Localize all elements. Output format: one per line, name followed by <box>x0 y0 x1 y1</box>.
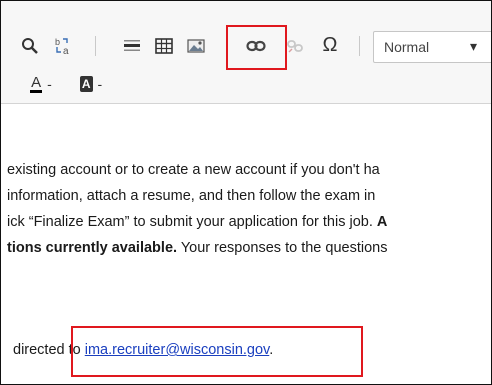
omega-glyph: Ω <box>322 33 338 56</box>
toolbar-separator <box>359 36 360 56</box>
text-color-dropdown-icon: - <box>47 76 52 92</box>
svg-text:a: a <box>63 46 69 56</box>
special-character-icon[interactable]: Ω <box>317 32 343 58</box>
text-color-label: A <box>30 74 43 93</box>
content-line-text: Your responses to the questions <box>177 240 388 256</box>
content-line-bold-tail: A <box>376 214 388 230</box>
editor-content[interactable]: existing account or to create a new acco… <box>1 104 491 384</box>
content-line: directed to ima.recruiter@wisconsin.gov. <box>13 342 273 358</box>
horizontal-line-icon[interactable] <box>122 33 142 59</box>
background-color-button[interactable]: A - <box>69 71 113 97</box>
toolbar-separator <box>95 36 96 56</box>
content-line: tions currently available. Your response… <box>7 240 387 256</box>
image-icon[interactable] <box>185 33 207 59</box>
editor-frame: b a Ω Normal ▾ A - A - existing account … <box>0 0 492 385</box>
svg-text:b: b <box>55 37 60 47</box>
format-select-value: Normal <box>384 39 430 55</box>
background-color-dropdown-icon: - <box>97 76 103 92</box>
format-select[interactable]: Normal ▾ <box>373 31 491 63</box>
link-icon[interactable] <box>244 33 268 59</box>
content-bold-text: tions currently available. <box>7 240 178 256</box>
content-line: information, attach a resume, and then f… <box>7 188 376 204</box>
content-period: . <box>269 342 274 358</box>
content-line: existing account or to create a new acco… <box>7 162 380 178</box>
editor-toolbar: b a Ω Normal ▾ A - A - <box>1 1 491 104</box>
chevron-down-icon: ▾ <box>470 38 478 54</box>
table-icon[interactable] <box>153 33 175 59</box>
find-icon[interactable] <box>19 33 41 59</box>
replace-icon[interactable]: b a <box>51 33 77 59</box>
content-line: ick “Finalize Exam” to submit your appli… <box>7 214 387 230</box>
background-color-label: A <box>79 76 93 92</box>
content-line-text: directed to <box>13 342 81 358</box>
recruiter-email-link[interactable]: ima.recruiter@wisconsin.gov <box>85 342 269 358</box>
text-color-button[interactable]: A - <box>21 71 61 97</box>
content-line-text: ick “Finalize Exam” to submit your appli… <box>7 214 377 230</box>
unlink-icon[interactable] <box>283 33 307 59</box>
